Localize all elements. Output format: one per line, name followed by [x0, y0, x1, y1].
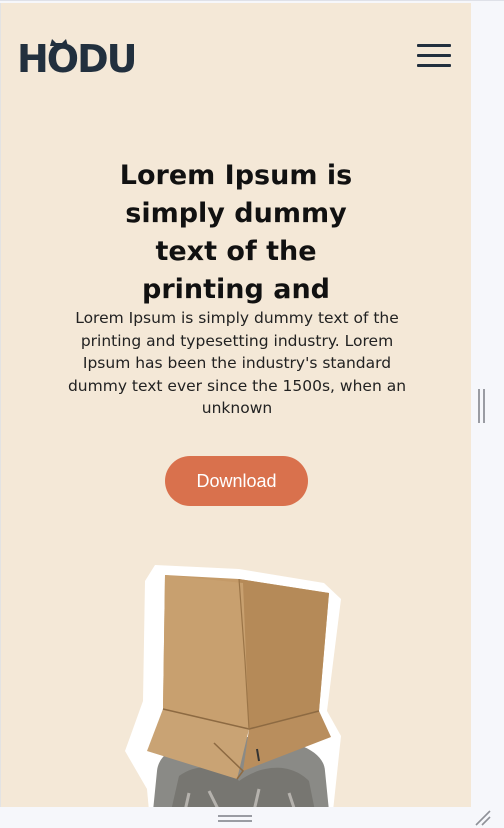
menu-bar-bottom	[417, 64, 451, 67]
handle-line-bottom	[218, 820, 252, 822]
cat-in-box-icon	[125, 565, 341, 807]
hero-description: Lorem Ipsum is simply dummy text of the …	[67, 309, 407, 417]
page-viewport: HODU Lorem Ipsum is simply dummy text of…	[0, 3, 471, 807]
corner-resize-icon[interactable]	[472, 807, 492, 827]
hodu-logo-icon: HODU	[17, 37, 138, 81]
menu-bar-middle	[417, 54, 451, 57]
hamburger-menu-icon[interactable]	[417, 43, 453, 69]
handle-line-right	[483, 389, 485, 423]
hero-title: Lorem Ipsum is simply dummy text of the …	[119, 160, 353, 305]
vertical-resize-handle[interactable]	[478, 389, 486, 423]
resize-grip-icon	[475, 810, 491, 826]
menu-bar-top	[417, 44, 451, 47]
handle-line-top	[218, 815, 252, 817]
horizontal-resize-handle[interactable]	[218, 815, 254, 823]
handle-line-left	[478, 389, 480, 423]
responsive-preview-frame: HODU Lorem Ipsum is simply dummy text of…	[0, 0, 504, 828]
cat-in-box-illustration	[119, 561, 359, 807]
svg-text:HODU: HODU	[17, 37, 135, 77]
download-button[interactable]: Download	[165, 456, 308, 506]
hodu-logo[interactable]: HODU	[17, 37, 138, 81]
